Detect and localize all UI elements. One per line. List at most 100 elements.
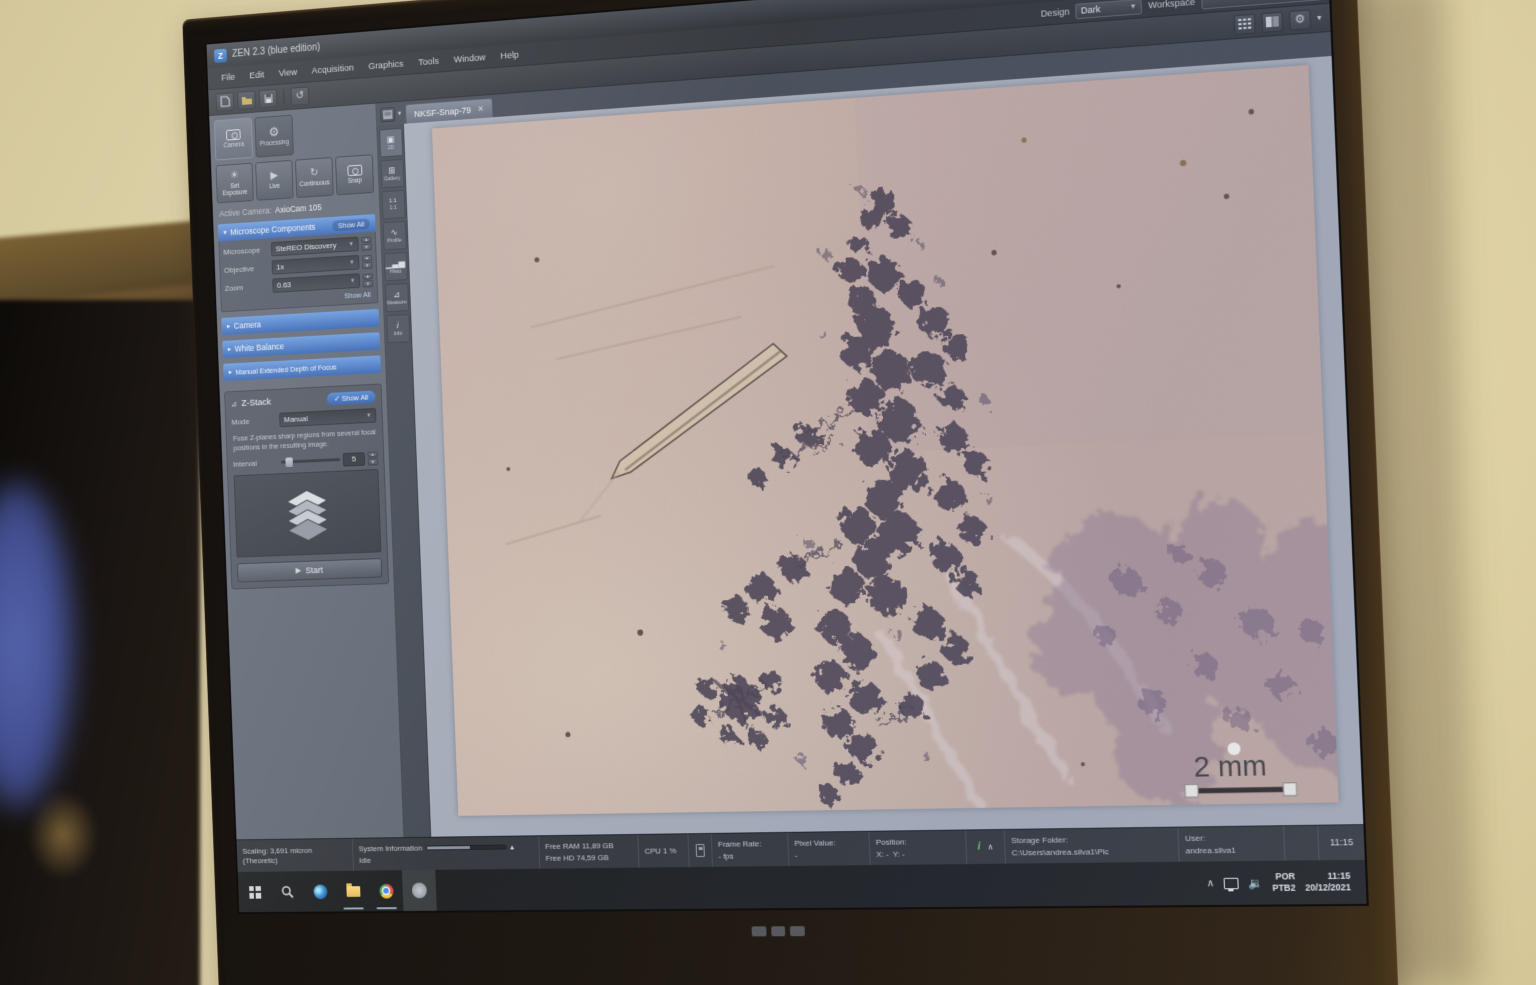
objective-stepper[interactable]: ▲▼	[362, 255, 373, 269]
new-document-button[interactable]	[216, 92, 235, 112]
snap-button[interactable]: Snap	[335, 154, 374, 195]
info-icon: i	[397, 321, 399, 330]
zoom-stepper[interactable]: ▲▼	[362, 273, 373, 287]
histogram-icon: ▁▃▅	[386, 258, 406, 268]
section-white-balance[interactable]: ▸ White Balance	[222, 332, 380, 358]
objective-select[interactable]: 1x▼	[272, 255, 360, 275]
system-info-label: System Information	[359, 844, 423, 854]
view-tab-histo-label: Histo	[390, 268, 402, 275]
tab-camera-label: Camera	[223, 141, 244, 149]
split-view-button[interactable]	[1261, 11, 1283, 32]
view-tab-histo[interactable]: ▁▃▅Histo	[383, 252, 407, 282]
gear-icon: ⚙	[1295, 14, 1306, 26]
workspace-label: Workspace	[1148, 0, 1195, 11]
continuous-button[interactable]: ↻Continuous	[295, 157, 334, 198]
close-icon[interactable]: ✕	[477, 104, 484, 113]
document-switcher-button[interactable]	[380, 107, 395, 123]
active-camera-value: AxioCam 105	[275, 202, 322, 215]
section-manual-edf[interactable]: ▸ Manual Extended Depth of Focus	[223, 355, 381, 381]
menu-graphics[interactable]: Graphics	[362, 56, 411, 74]
settings-button[interactable]: ⚙	[1289, 9, 1311, 30]
frame-rate-label: Frame Rate:	[718, 839, 782, 849]
view-tab-measure[interactable]: ⊿Measure	[385, 283, 409, 312]
collapse-icon: ▾	[223, 229, 226, 237]
show-all-toggle[interactable]: Show All	[332, 218, 370, 231]
expand-status-icon[interactable]: ▴	[510, 843, 514, 852]
layout-grid-button[interactable]	[1234, 13, 1256, 34]
image-canvas[interactable]: 2 mm	[404, 56, 1363, 837]
zoom-value: 0.63	[277, 280, 291, 289]
interval-input[interactable]: 5	[343, 452, 366, 467]
chevron-down-icon[interactable]: ▾	[1317, 14, 1322, 23]
language-indicator[interactable]: POR PTB2	[1272, 871, 1296, 893]
microscope-stepper[interactable]: ▲▼	[361, 236, 372, 250]
taskbar-file-explorer[interactable]	[336, 871, 371, 912]
tab-camera[interactable]: Camera	[214, 118, 253, 161]
scale-bar-end-left[interactable]	[1185, 784, 1198, 797]
menu-acquisition[interactable]: Acquisition	[305, 60, 360, 79]
tab-processing[interactable]: ⚙ Processing	[254, 115, 294, 158]
view-tab-2d-label: 2D	[388, 144, 395, 150]
view-tab-1to1[interactable]: 1:11:1	[381, 190, 405, 220]
menu-view[interactable]: View	[272, 64, 304, 81]
save-icon	[263, 93, 273, 104]
position-y: Y: -	[893, 849, 905, 858]
view-tab-profile[interactable]: ∿Profile	[382, 221, 406, 251]
interval-slider[interactable]	[281, 458, 340, 464]
menu-window[interactable]: Window	[447, 49, 492, 67]
zstack-icon: ⊿	[231, 400, 237, 408]
windows-logo-icon	[249, 886, 261, 899]
tray-chevron-icon[interactable]: ∧	[1206, 877, 1214, 888]
undo-button[interactable]: ↺	[290, 86, 309, 106]
save-button[interactable]	[259, 88, 278, 108]
slider-thumb[interactable]	[286, 457, 294, 467]
chevron-down-icon: ▼	[350, 278, 356, 284]
section-camera-label: Camera	[234, 320, 262, 331]
mode-select[interactable]: Manual▼	[279, 408, 376, 427]
system-info-segment: System Information ▴ Idle	[353, 836, 541, 870]
zstack-panel: ⊿ Z-Stack ✓ Show All Mode Manual▼ Fuse Z…	[224, 383, 389, 589]
tab-processing-label: Processing	[260, 139, 289, 148]
taskbar-edge[interactable]	[303, 871, 337, 912]
start-button[interactable]	[238, 872, 272, 913]
menu-edit[interactable]: Edit	[243, 67, 271, 83]
open-button[interactable]	[237, 90, 256, 110]
design-select[interactable]: Dark▼	[1075, 0, 1142, 19]
chevron-down-icon[interactable]: ▾	[398, 110, 402, 117]
interval-stepper[interactable]: ▲▼	[367, 451, 378, 465]
info-icon[interactable]: i	[977, 841, 980, 853]
snap-label: Snap	[348, 177, 362, 185]
system-tray: ∧ 🔉 POR PTB2 11:15 20/12/2021	[1206, 860, 1367, 905]
menu-help[interactable]: Help	[494, 47, 526, 64]
speaker-icon[interactable]: 🔉	[1248, 876, 1263, 890]
set-exposure-button[interactable]: ☀Set Exposure	[216, 163, 254, 204]
display-tray-icon[interactable]	[1224, 877, 1239, 889]
view-tab-info[interactable]: iInfo	[386, 314, 410, 343]
microscope-select[interactable]: SteREO Discovery▼	[271, 237, 359, 257]
microscope-components-title: Microscope Components	[230, 222, 315, 237]
camera-icon	[226, 129, 241, 141]
taskbar-zen-app[interactable]	[402, 870, 437, 911]
folder-icon	[346, 886, 360, 897]
open-folder-icon	[240, 94, 252, 105]
menu-tools[interactable]: Tools	[412, 53, 446, 70]
section-camera[interactable]: ▸ Camera	[221, 309, 379, 335]
clock[interactable]: 11:15 20/12/2021	[1305, 871, 1352, 894]
profile-icon: ∿	[390, 228, 397, 237]
live-button[interactable]: ▶Live	[255, 160, 294, 201]
camera-icon	[347, 165, 362, 177]
taskbar-chrome[interactable]	[369, 870, 404, 911]
grid-icon	[1238, 18, 1251, 29]
scale-bar-end-right[interactable]	[1283, 783, 1297, 796]
menu-file[interactable]: File	[215, 69, 242, 85]
view-tab-gallery[interactable]: ⊞Gallery	[380, 159, 404, 189]
search-button[interactable]	[270, 871, 304, 912]
system-info-state: Idle	[359, 854, 534, 865]
start-button[interactable]: ▶ Start	[237, 558, 382, 582]
mode-label: Mode	[231, 416, 276, 427]
chevron-up-icon[interactable]: ∧	[987, 842, 993, 851]
zstack-show-all-toggle[interactable]: ✓ Show All	[327, 391, 376, 406]
view-tab-2d[interactable]: ▣2D	[379, 128, 403, 158]
1to1-icon: 1:1	[389, 198, 397, 204]
2d-view-icon: ▣	[386, 135, 394, 144]
